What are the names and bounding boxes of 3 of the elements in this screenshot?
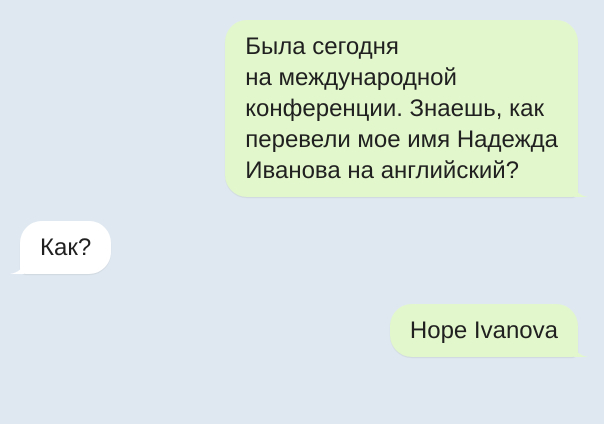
message-bubble: Была сегодня на международной конференции. Знаешь, как перевели мое имя Надежда Иванова на английский?: [225, 20, 578, 197]
message-bubble: Как?: [20, 221, 112, 274]
message-bubble: Hope Ivanova: [390, 304, 578, 357]
